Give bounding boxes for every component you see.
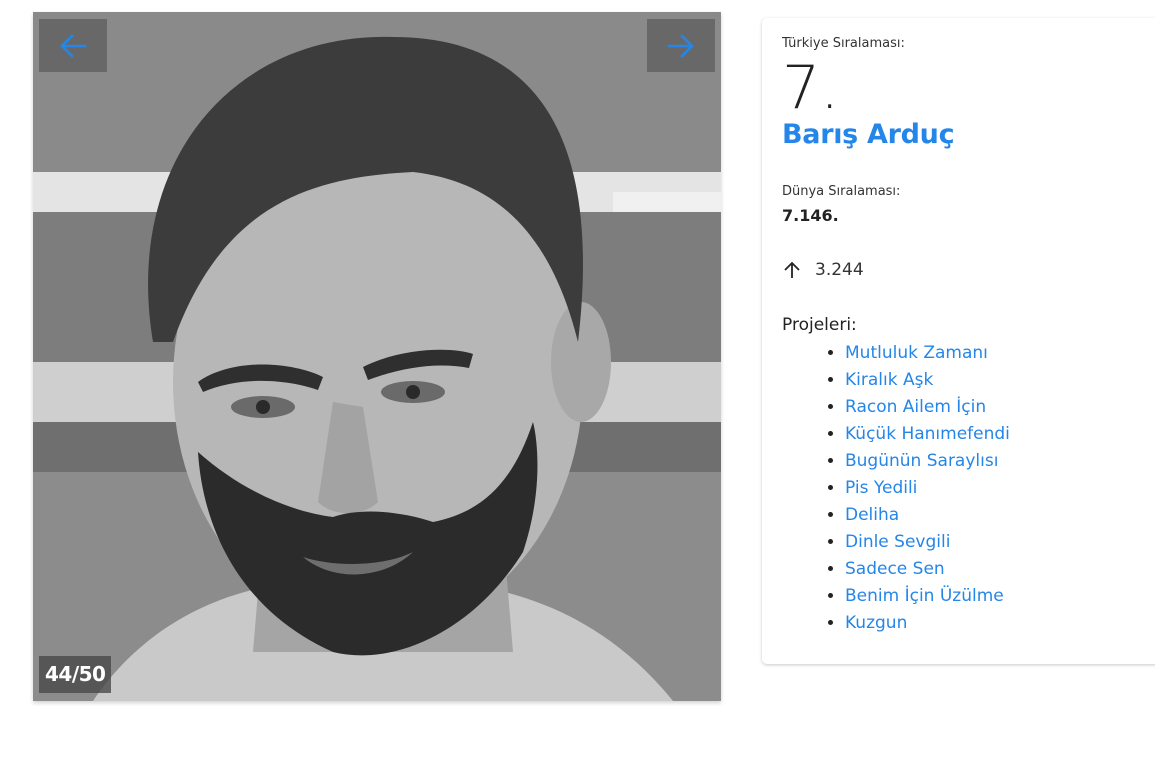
- turkey-rank-label: Türkiye Sıralaması:: [782, 36, 905, 51]
- list-item: Kiralık Aşk: [845, 367, 1010, 394]
- list-item: Kuzgun: [845, 610, 1010, 637]
- list-item: Racon Ailem İçin: [845, 394, 1010, 421]
- project-link[interactable]: Kuzgun: [845, 613, 907, 633]
- list-item: Bugünün Saraylısı: [845, 448, 1010, 475]
- project-link[interactable]: Benim İçin Üzülme: [845, 586, 1004, 606]
- arrow-up-icon: [784, 261, 800, 278]
- project-link[interactable]: Pis Yedili: [845, 478, 917, 498]
- photo-gallery: 44/50: [33, 12, 721, 701]
- project-link[interactable]: Dinle Sevgili: [845, 532, 950, 552]
- project-link[interactable]: Sadece Sen: [845, 559, 945, 579]
- person-name-link[interactable]: Barış Arduç: [782, 119, 955, 150]
- project-link[interactable]: Kiralık Aşk: [845, 370, 933, 390]
- project-link[interactable]: Deliha: [845, 505, 899, 525]
- list-item: Deliha: [845, 502, 1010, 529]
- previous-photo-button[interactable]: [39, 19, 107, 72]
- list-item: Benim İçin Üzülme: [845, 583, 1010, 610]
- world-rank: 7.146.: [782, 206, 839, 225]
- next-photo-button[interactable]: [647, 19, 715, 72]
- projects-label: Projeleri:: [782, 315, 857, 335]
- project-link[interactable]: Racon Ailem İçin: [845, 397, 986, 417]
- list-item: Sadece Sen: [845, 556, 1010, 583]
- world-rank-label: Dünya Sıralaması:: [782, 184, 901, 199]
- photo-counter: 44/50: [39, 656, 112, 693]
- list-item: Küçük Hanımefendi: [845, 421, 1010, 448]
- ranking-card: Türkiye Sıralaması: 7. Barış Arduç Dünya…: [762, 18, 1155, 664]
- arrow-left-icon: [60, 33, 87, 58]
- list-item: Pis Yedili: [845, 475, 1010, 502]
- profile-photo: [33, 12, 721, 701]
- project-link[interactable]: Bugünün Saraylısı: [845, 451, 998, 471]
- trend-value: 3.244: [815, 260, 864, 280]
- project-link[interactable]: Küçük Hanımefendi: [845, 424, 1010, 444]
- list-item: Dinle Sevgili: [845, 529, 1010, 556]
- project-link[interactable]: Mutluluk Zamanı: [845, 343, 988, 363]
- list-item: Mutluluk Zamanı: [845, 340, 1010, 367]
- projects-list: Mutluluk Zamanı Kiralık Aşk Racon Ailem …: [782, 340, 1010, 637]
- arrow-right-icon: [667, 33, 694, 58]
- turkey-rank: 7.: [782, 53, 840, 123]
- rank-trend: 3.244: [782, 260, 864, 280]
